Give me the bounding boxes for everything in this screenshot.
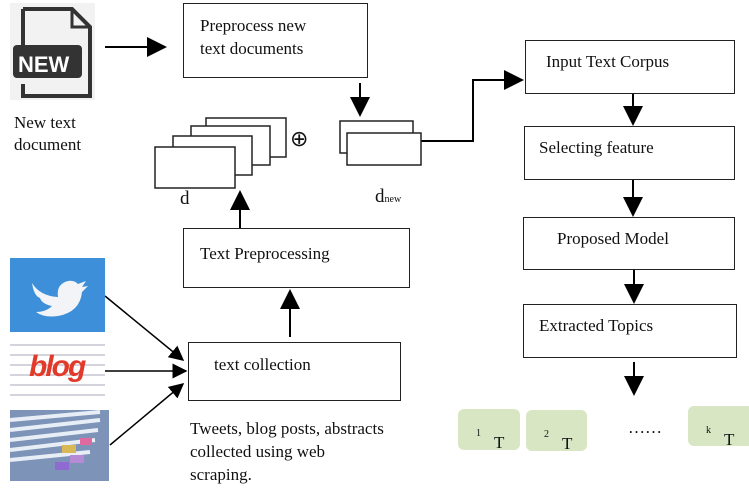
twitter-logo: [10, 258, 105, 332]
blog-logo-text: blog: [29, 350, 86, 383]
collection-caption: Tweets, blog posts, abstracts collected u…: [190, 419, 384, 484]
new-icon-text: NEW: [18, 52, 70, 77]
dnew-label: dnew: [375, 186, 402, 207]
selecting-feature-box: Selecting feature: [524, 126, 735, 180]
topic-t1: T1: [458, 409, 520, 452]
topic-t2: T2: [526, 410, 587, 453]
preprocess-new-box: Preprocess new text documents: [183, 3, 368, 78]
concat-operator: ⊕: [290, 126, 309, 151]
d-document-stack: [154, 117, 287, 189]
extracted-topics-box: Extracted Topics: [523, 304, 737, 358]
topic-ellipsis: ……: [628, 418, 662, 437]
paper-stack-image: [9, 410, 109, 481]
arrow-dnew-to-corpus: [421, 70, 524, 142]
new-doc-label: New text document: [14, 113, 82, 154]
input-corpus-box: Input Text Corpus: [525, 40, 735, 94]
text-preprocessing-box: Text Preprocessing: [183, 228, 410, 288]
text-collection-box: text collection: [188, 342, 401, 401]
arrow-papers: [109, 383, 185, 446]
dnew-document-stack: [339, 120, 422, 166]
topic-tk: Tk: [688, 406, 749, 449]
arrow-twitter: [104, 295, 185, 361]
proposed-model-box: Proposed Model: [523, 217, 735, 270]
diagram: NEW blog New text document Preprocess new…: [0, 0, 749, 504]
d-label: d: [180, 188, 190, 209]
